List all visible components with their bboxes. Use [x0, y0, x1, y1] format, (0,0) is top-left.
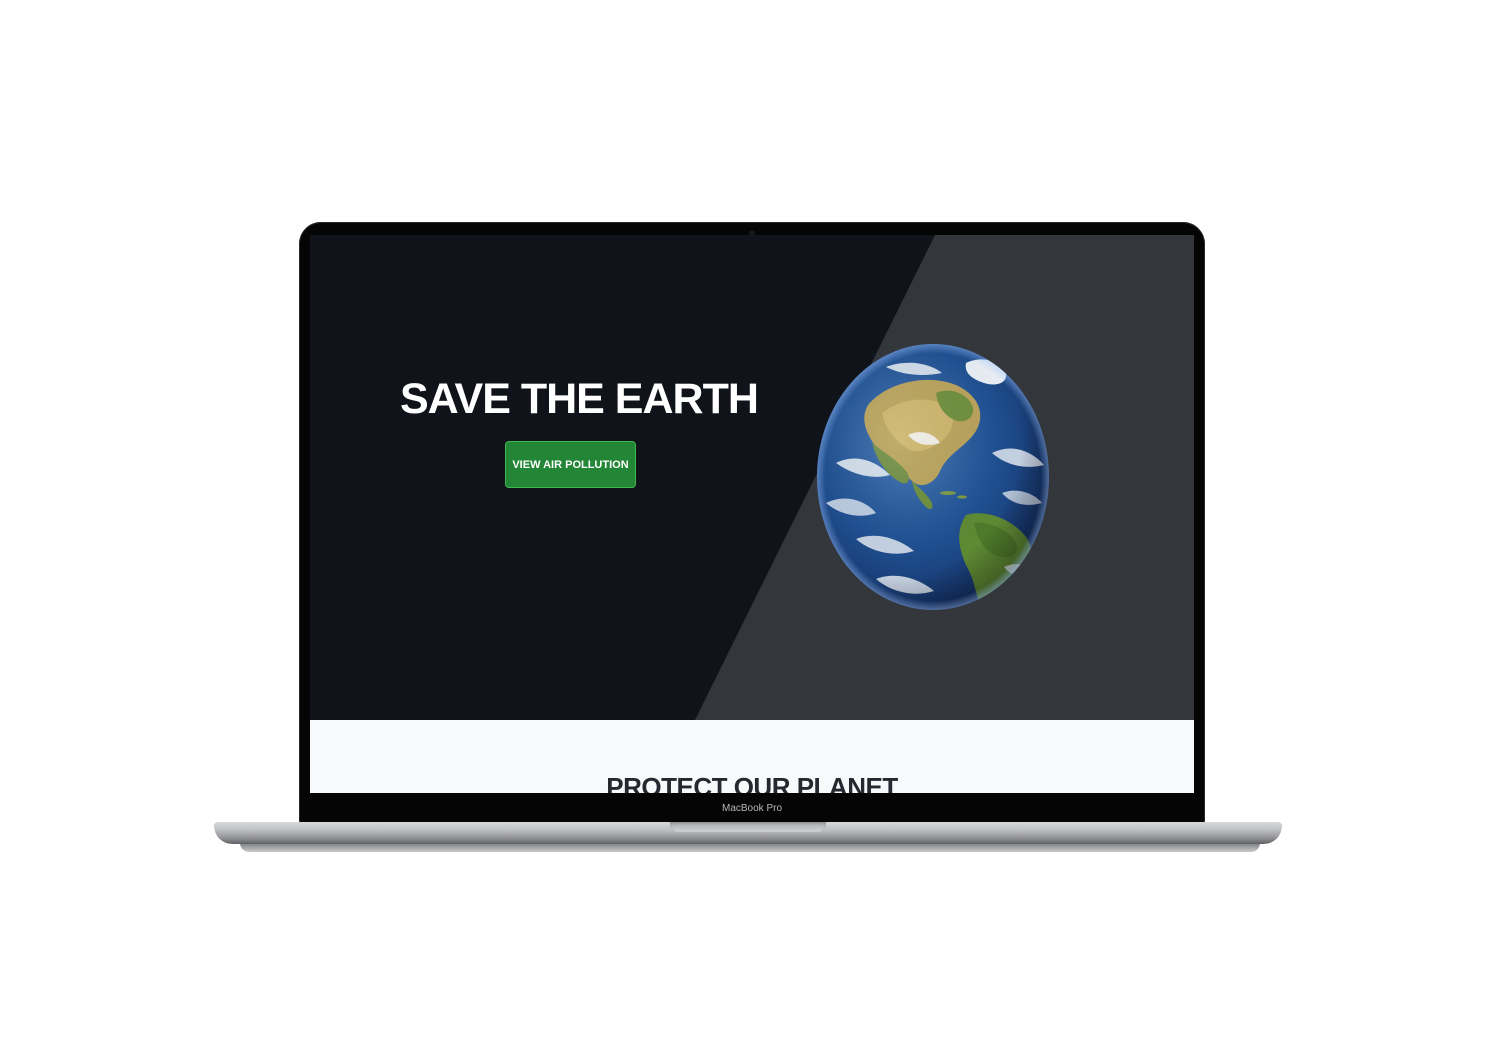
hero-title: SAVE THE EARTH [400, 375, 759, 423]
protect-section-title: PROTECT OUR PLANET [606, 772, 898, 793]
protect-section: PROTECT OUR PLANET [310, 720, 1194, 793]
hero-diagonal-panel [695, 235, 1194, 720]
view-air-pollution-button[interactable]: VIEW AIR POLLUTION [505, 441, 636, 488]
laptop-screen: SAVE THE EARTH VIEW AIR POLLUTION PROTEC… [310, 235, 1194, 793]
laptop-opening-notch [670, 822, 826, 832]
laptop-base-shadow [240, 843, 1260, 852]
device-model-label: MacBook Pro [721, 803, 783, 814]
earth-image [817, 344, 1049, 610]
mockup-stage: SAVE THE EARTH VIEW AIR POLLUTION PROTEC… [0, 0, 1500, 1038]
hero-section: SAVE THE EARTH VIEW AIR POLLUTION [310, 235, 1194, 720]
